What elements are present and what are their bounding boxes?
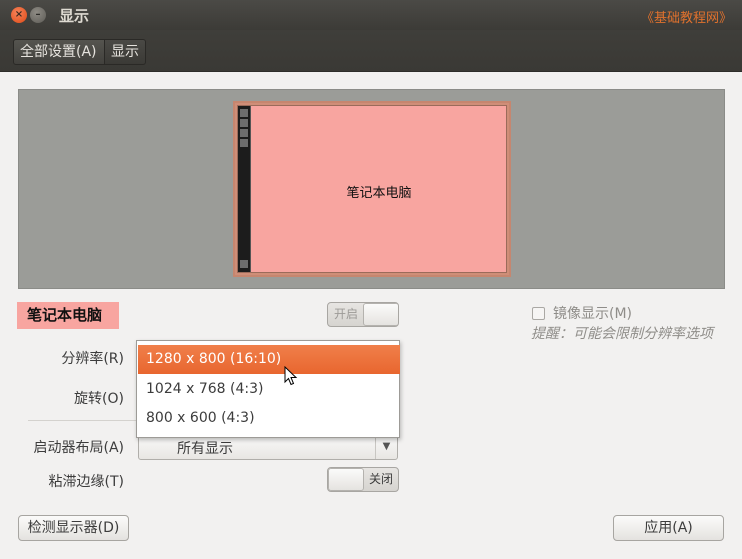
- launcher-slot-icon: [240, 109, 248, 117]
- apply-button[interactable]: 应用(A): [613, 515, 724, 541]
- launcher-slot-icon: [240, 129, 248, 137]
- chevron-down-icon: ▼: [375, 435, 397, 459]
- detect-displays-button[interactable]: 检测显示器(D): [18, 515, 129, 541]
- resolution-label: 分辨率(R): [61, 351, 124, 367]
- monitor-arrangement-area[interactable]: 笔记本电脑: [18, 89, 725, 289]
- launcher-layout-value: 所有显示: [177, 441, 233, 457]
- launcher-slot-icon: [240, 119, 248, 127]
- minimize-icon: –: [35, 9, 41, 20]
- rotation-label: 旋转(O): [74, 391, 124, 407]
- minimize-window-button[interactable]: –: [30, 7, 46, 23]
- close-icon: ×: [14, 9, 24, 20]
- monitor-preview[interactable]: 笔记本电脑: [233, 101, 511, 277]
- breadcrumb-display-button[interactable]: 显示: [105, 39, 146, 65]
- launcher-slot-icon: [240, 260, 248, 268]
- window-title: 显示: [59, 7, 90, 25]
- toolbar: 全部设置(A) 显示: [0, 30, 742, 72]
- monitor-frame: 笔记本电脑: [237, 105, 507, 273]
- resolution-option-1024x768[interactable]: 1024 x 768 (4:3): [138, 375, 400, 404]
- mirror-displays-checkbox[interactable]: [532, 307, 545, 320]
- resolution-option-800x600[interactable]: 800 x 600 (4:3): [138, 404, 400, 433]
- mirror-displays-label: 镜像显示(M): [553, 306, 633, 322]
- switch-knob: [363, 303, 398, 326]
- resolution-dropdown-menu: 1280 x 800 (16:10) 1024 x 768 (4:3) 800 …: [136, 340, 400, 438]
- title-bar: × – 显示 《基础教程网》: [0, 0, 742, 30]
- display-name-badge: 笔记本电脑: [17, 302, 119, 329]
- sticky-edges-switch[interactable]: 关闭: [327, 467, 399, 492]
- launcher-layout-label: 启动器布局(A): [33, 440, 124, 456]
- watermark: 《基础教程网》: [640, 11, 732, 26]
- mirror-hint-text: 提醒：可能会限制分辨率选项: [531, 326, 713, 342]
- switch-label: 关闭: [368, 472, 393, 486]
- desktop-preview: 笔记本电脑: [250, 106, 506, 272]
- sticky-edges-label: 粘滞边缘(T): [48, 474, 124, 490]
- breadcrumb-all-settings-button[interactable]: 全部设置(A): [13, 39, 105, 65]
- display-power-switch[interactable]: 开启: [327, 302, 399, 327]
- launcher-slot-icon: [240, 139, 248, 147]
- resolution-option-1280x800[interactable]: 1280 x 800 (16:10): [138, 345, 400, 374]
- launcher-bar-preview: [238, 106, 250, 272]
- monitor-label: 笔记本电脑: [346, 186, 412, 201]
- close-window-button[interactable]: ×: [11, 7, 27, 23]
- mouse-cursor-icon: [284, 366, 298, 386]
- switch-knob: [328, 468, 364, 491]
- mirror-displays-option[interactable]: 镜像显示(M): [532, 303, 632, 323]
- switch-label: 开启: [333, 307, 358, 321]
